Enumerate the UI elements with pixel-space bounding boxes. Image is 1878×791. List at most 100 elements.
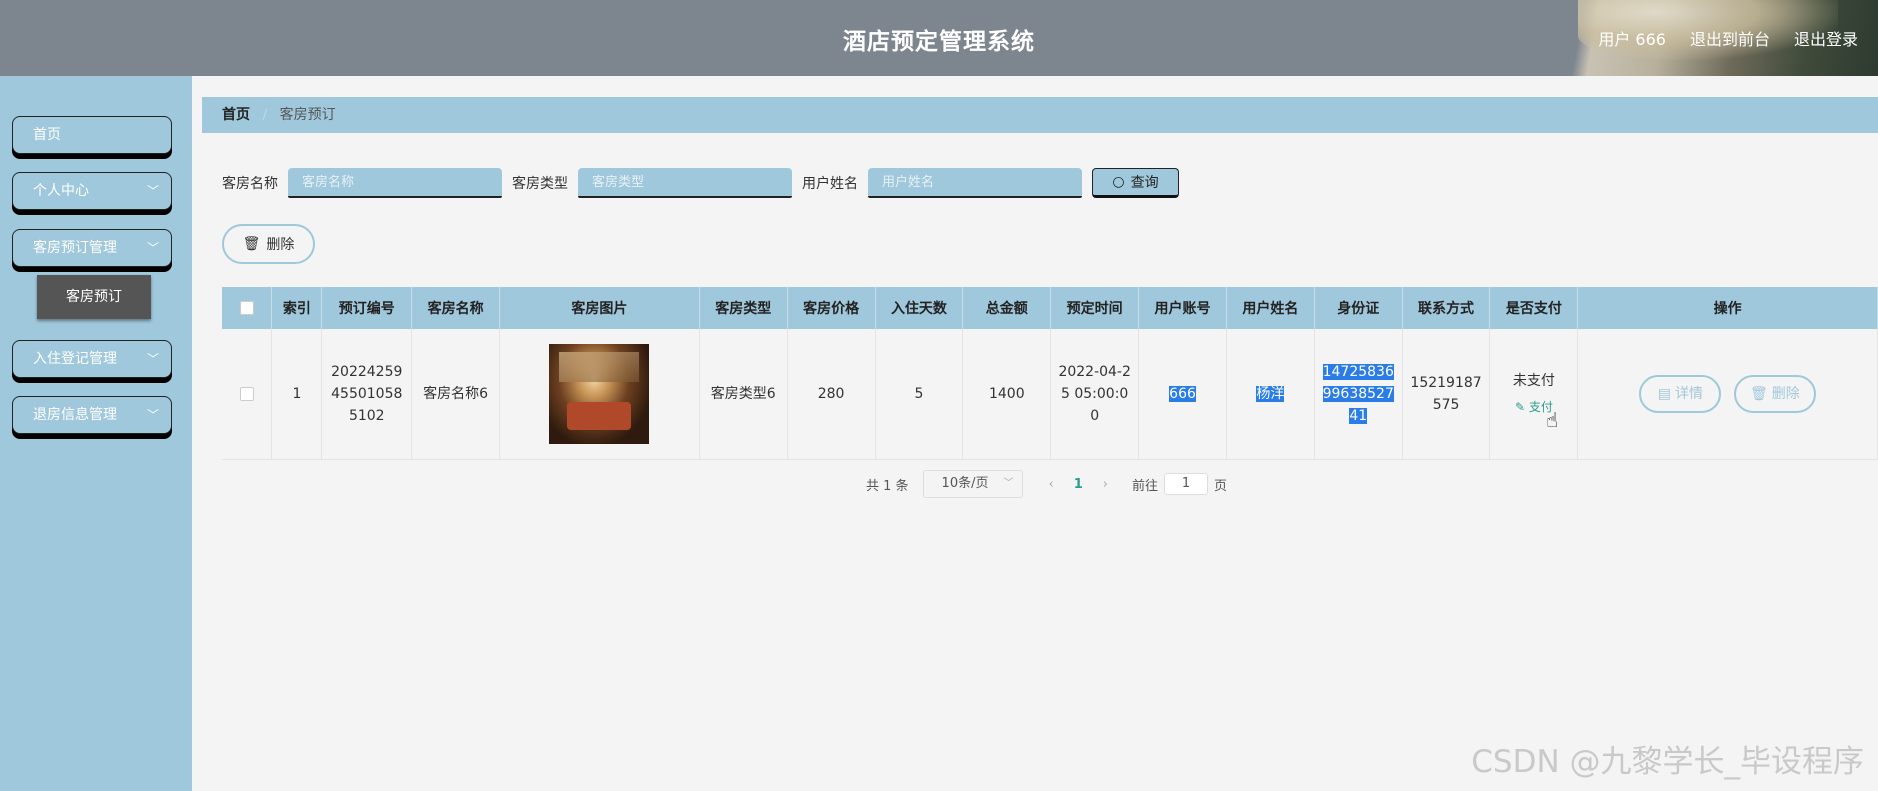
search-bar: 客房名称 客房类型 用户姓名 ○ 查询 — [222, 168, 1179, 198]
submenu-item-room-booking[interactable]: 客房预订 — [37, 275, 151, 319]
front-page-link[interactable]: 退出到前台 — [1690, 26, 1770, 50]
watermark: CSDN @九黎学长_毕设程序 — [1471, 744, 1864, 780]
table-header-cell: 操作 — [1577, 287, 1878, 329]
row-delete-button-label: 删除 — [1771, 385, 1800, 402]
hand-pointer-icon: ☝ — [1546, 408, 1559, 432]
room-type-label: 客房类型 — [512, 176, 568, 192]
page-unit-label: 页 — [1214, 478, 1228, 494]
prev-page-icon[interactable]: ‹ — [1049, 477, 1054, 492]
app-title: 酒店预定管理系统 — [843, 29, 1035, 55]
days-cell: 5 — [875, 329, 964, 460]
header-links: 用户 666 退出到前台 退出登录 — [1598, 26, 1858, 50]
goto-label: 前往 — [1132, 478, 1159, 494]
id-card-cell: 1472583699638527 41 — [1314, 329, 1403, 460]
sidebar-item-checkin-management[interactable]: 入住登记管理 ﹀ — [12, 340, 172, 378]
table-header-cell: 预订编号 — [321, 287, 413, 329]
table-header-cell: 客房类型 — [699, 287, 788, 329]
pagination: 共 1 条 10条/页 ﹀ ‹ 1 › 前往 1 页 — [866, 470, 1227, 498]
next-page-icon[interactable]: › — [1103, 477, 1108, 492]
bookings-table: 索引 预订编号 客房名称 客房图片 客房类型 客房价格 入住天数 总金额 预定时… — [222, 287, 1878, 460]
total-cell: 1400 — [962, 329, 1052, 460]
total-count: 共 1 条 — [866, 478, 909, 494]
sidebar-item-label: 入住登记管理 — [33, 351, 117, 367]
table-header-cell: 总金额 — [962, 287, 1052, 329]
room-type-cell: 客房类型6 — [699, 329, 788, 460]
breadcrumb-home[interactable]: 首页 — [222, 107, 250, 123]
top-header: 酒店预定管理系统 用户 666 退出到前台 退出登录 — [0, 0, 1878, 76]
breadcrumb-separator: / — [262, 107, 268, 123]
room-type-input[interactable] — [578, 168, 792, 198]
delete-button-label: 删除 — [266, 237, 295, 253]
query-button-label: 查询 — [1130, 175, 1159, 191]
trash-icon: 🗑 — [242, 236, 261, 252]
chevron-down-icon: ﹀ — [1003, 478, 1014, 489]
page-size-value: 10条/页 — [941, 476, 989, 491]
pay-status-cell: 未支付 ✎ 支付 — [1489, 329, 1579, 460]
sidebar-item-label: 个人中心 — [33, 183, 89, 199]
room-name-input[interactable] — [288, 168, 502, 198]
phone-cell: 15219187575 — [1402, 329, 1491, 460]
room-photo-image — [549, 343, 650, 444]
row-checkbox[interactable] — [239, 386, 254, 401]
current-user[interactable]: 用户 666 — [1598, 26, 1666, 50]
pay-status-text: 未支付 — [1512, 372, 1555, 389]
sidebar-item-label: 退房信息管理 — [33, 407, 117, 423]
user-name-input[interactable] — [868, 168, 1082, 198]
sidebar-item-label: 客房预订管理 — [33, 240, 117, 256]
document-icon: ▤ — [1657, 385, 1672, 402]
table-header-cell: 预定时间 — [1050, 287, 1140, 329]
table-header-cell: 客房图片 — [499, 287, 700, 329]
page-number[interactable]: 1 — [1074, 477, 1083, 492]
detail-button-label: 详情 — [1675, 385, 1704, 402]
account-cell: 666 — [1138, 329, 1227, 460]
booking-time-cell: 2022-04-25 05:00:00 — [1050, 329, 1140, 460]
table-row: 1 20224259455010585102 客房名称6 客房类型6 280 5… — [222, 329, 1878, 460]
table-header-cell: 客房价格 — [787, 287, 876, 329]
username-text: 杨洋 — [1256, 385, 1285, 402]
sidebar-item-personal-center[interactable]: 个人中心 ﹀ — [12, 172, 172, 210]
user-name-label: 用户姓名 — [802, 176, 858, 192]
pay-link[interactable]: ✎ 支付 — [1496, 396, 1571, 418]
chevron-down-icon: ﹀ — [146, 352, 159, 366]
table-header-cell: 用户账号 — [1138, 287, 1227, 329]
sidebar-item-home[interactable]: 首页 — [12, 116, 172, 154]
goto-page-input[interactable]: 1 — [1164, 473, 1209, 495]
id-card-text: 1472583699638527 41 — [1322, 363, 1394, 424]
detail-button[interactable]: ▤ 详情 — [1639, 374, 1722, 413]
table-header-cell: 身份证 — [1314, 287, 1403, 329]
row-delete-button[interactable]: 🗑 删除 — [1733, 374, 1816, 413]
select-all-checkbox[interactable] — [239, 301, 254, 315]
sidebar-item-checkout-management[interactable]: 退房信息管理 ﹀ — [12, 396, 172, 434]
logout-link[interactable]: 退出登录 — [1794, 26, 1858, 50]
chevron-down-icon: ﹀ — [146, 408, 159, 422]
page-size-select[interactable]: 10条/页 ﹀ — [922, 470, 1023, 498]
account-text: 666 — [1169, 385, 1196, 402]
table-header-cell: 客房名称 — [411, 287, 501, 329]
trash-icon: 🗑 — [1749, 385, 1768, 402]
chevron-down-icon: ﹀ — [146, 241, 159, 255]
operations-cell: ▤ 详情 🗑 删除 — [1577, 329, 1878, 460]
row-select-cell — [222, 329, 273, 460]
table-header-cell: 索引 — [271, 287, 323, 329]
table-header-cell: 是否支付 — [1489, 287, 1579, 329]
order-no-cell: 20224259455010585102 — [321, 329, 413, 460]
price-cell: 280 — [787, 329, 876, 460]
chevron-down-icon: ﹀ — [146, 184, 159, 198]
breadcrumb: 首页 / 客房预订 — [202, 97, 1878, 133]
table-header-cell: 用户姓名 — [1226, 287, 1315, 329]
sidebar-item-label: 首页 — [33, 127, 61, 143]
edit-icon: ✎ — [1514, 399, 1525, 414]
breadcrumb-current: 客房预订 — [279, 107, 336, 123]
table-header-cell: 入住天数 — [875, 287, 964, 329]
room-name-label: 客房名称 — [222, 176, 278, 192]
room-name-cell: 客房名称6 — [411, 329, 501, 460]
index-cell: 1 — [271, 329, 323, 460]
table-header-row: 索引 预订编号 客房名称 客房图片 客房类型 客房价格 入住天数 总金额 预定时… — [222, 287, 1878, 329]
sidebar-item-booking-management[interactable]: 客房预订管理 ﹀ — [12, 229, 172, 267]
query-button[interactable]: ○ 查询 — [1092, 168, 1179, 198]
booking-time-text: 2022-04-25 05:00:00 — [1058, 363, 1131, 424]
username-cell: 杨洋 — [1226, 329, 1315, 460]
select-all-header — [222, 287, 273, 329]
bulk-delete-button[interactable]: 🗑 删除 — [222, 224, 315, 264]
table-header-cell: 联系方式 — [1402, 287, 1491, 329]
